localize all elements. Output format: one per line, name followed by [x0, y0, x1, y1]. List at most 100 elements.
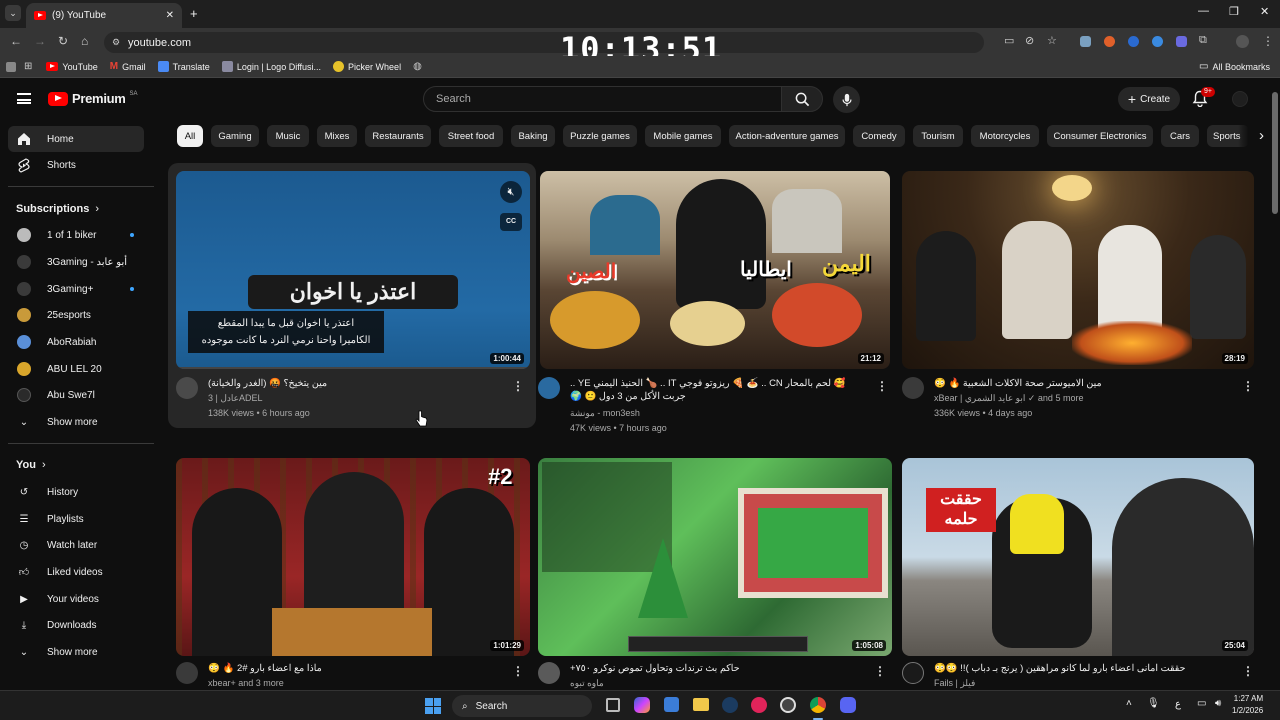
discord-icon[interactable]: [840, 697, 856, 713]
bookmark-login[interactable]: Login | Logo Diffusi...: [221, 61, 321, 72]
you-show-more[interactable]: ⌄ Show more: [8, 639, 144, 665]
channel-name[interactable]: xBear | ابو عايد الشمري ✓ and 5 more: [934, 393, 1083, 404]
channel-avatar[interactable]: [902, 662, 924, 684]
copilot-icon[interactable]: [634, 697, 650, 713]
chip-motorcycles[interactable]: Motorcycles: [971, 125, 1039, 147]
bookmark-picker-wheel[interactable]: Picker Wheel: [333, 61, 401, 72]
sidebar-sub-item[interactable]: 1 of 1 biker: [8, 222, 144, 248]
sidebar-item-watch-later[interactable]: ◷ Watch later: [8, 532, 144, 558]
clock-date[interactable]: 1:27 AM 1/2/2026: [1232, 693, 1263, 717]
site-info-icon[interactable]: ⚙: [112, 37, 120, 48]
extension-icon-1[interactable]: [1080, 36, 1091, 47]
notifications-button[interactable]: 9+: [1192, 87, 1215, 110]
video-card[interactable]: 1:05:08 حاكم بث ترندات وتحاول تموص نوكرو…: [538, 458, 892, 690]
video-title[interactable]: ماذا مع اعضاء بارو #2 🔥 😳: [208, 662, 508, 675]
subscriptions-heading[interactable]: Subscriptions ›: [16, 203, 99, 215]
back-icon[interactable]: ←: [10, 34, 22, 48]
video-thumbnail[interactable]: حققت حلمه 25:04: [902, 458, 1254, 656]
more-actions-icon[interactable]: ⋮: [876, 379, 888, 393]
video-card[interactable]: حققت حلمه 25:04 حققت امانى اعضاء بارو لم…: [902, 458, 1256, 690]
file-explorer-icon[interactable]: [693, 698, 709, 711]
more-actions-icon[interactable]: ⋮: [512, 379, 524, 393]
reload-icon[interactable]: ↻: [58, 34, 68, 48]
chrome-icon[interactable]: [810, 697, 826, 713]
tab-search-icon[interactable]: [6, 61, 16, 72]
chip-mobile-games[interactable]: Mobile games: [645, 125, 721, 147]
scrollbar-thumb[interactable]: [1272, 92, 1278, 214]
volume-icon[interactable]: 🔊︎: [1215, 698, 1221, 709]
extension-icon-3[interactable]: [1128, 36, 1139, 47]
chip-restaurants[interactable]: Restaurants: [365, 125, 431, 147]
search-button[interactable]: [781, 86, 823, 112]
show-hidden-icons[interactable]: ˄: [1126, 698, 1132, 709]
video-title[interactable]: مين يتخيخ؟ 🤬 (الغدر والخيانة): [208, 377, 508, 390]
video-title[interactable]: حققت امانى اعضاء بارو لما كانو مراهقين (…: [934, 662, 1234, 675]
video-thumbnail[interactable]: 🔇︎ CC اعتذر يا اخوان اعتذر يا اخوان قبل …: [176, 171, 530, 369]
browser-menu-icon[interactable]: ⋮: [1262, 34, 1274, 48]
bookmark-youtube[interactable]: YouTube: [46, 62, 98, 72]
apps-grid-icon[interactable]: ⊞: [24, 61, 32, 72]
github-icon[interactable]: [780, 697, 796, 713]
video-thumbnail[interactable]: 1:05:08: [538, 458, 892, 656]
closed-captions-icon[interactable]: CC: [500, 213, 522, 231]
video-thumbnail[interactable]: اليمن ايطاليا الصين 21:12: [540, 171, 890, 369]
chips-next-button[interactable]: ›: [1238, 123, 1264, 149]
bookmark-translate[interactable]: Translate: [157, 61, 210, 72]
new-tab-icon[interactable]: +: [190, 6, 198, 21]
chip-tourism[interactable]: Tourism: [913, 125, 963, 147]
create-button[interactable]: + Create: [1118, 87, 1180, 111]
you-heading[interactable]: You ›: [16, 459, 46, 471]
video-card[interactable]: 🔇︎ CC اعتذر يا اخوان اعتذر يا اخوان قبل …: [176, 171, 530, 425]
voice-search-button[interactable]: [833, 86, 860, 113]
sidebar-item-home[interactable]: Home: [8, 126, 144, 152]
sidebar-sub-item[interactable]: Abu Swe7l: [8, 382, 144, 408]
chip-all[interactable]: All: [177, 125, 203, 147]
globe-bookmark-icon[interactable]: ◍: [413, 61, 422, 72]
all-bookmarks[interactable]: ▭ All Bookmarks: [1199, 61, 1270, 72]
chip-street-food[interactable]: Street food: [439, 125, 503, 147]
microphone-tray-icon[interactable]: 🎙︎: [1147, 698, 1160, 709]
more-actions-icon[interactable]: ⋮: [512, 664, 524, 678]
chip-gaming[interactable]: Gaming: [211, 125, 259, 147]
sidebar-item-your-videos[interactable]: ▶ Your videos: [8, 586, 144, 612]
video-card[interactable]: 28:19 مين الاميوستر صحة الاكلات الشعبية …: [902, 171, 1256, 425]
close-tab-icon[interactable]: ✕: [166, 10, 174, 21]
mute-button-icon[interactable]: 🔇︎: [500, 181, 522, 203]
extension-icon-2[interactable]: [1104, 36, 1115, 47]
sidebar-item-history[interactable]: ↺ History: [8, 479, 144, 505]
forward-icon[interactable]: →: [34, 34, 46, 48]
address-bar[interactable]: ⚙ youtube.com: [104, 32, 984, 53]
channel-name[interactable]: عادل | 3ADEL: [208, 393, 263, 404]
extensions-puzzle-icon[interactable]: ⧉: [1199, 34, 1207, 47]
chip-puzzle-games[interactable]: Puzzle games: [563, 125, 637, 147]
video-card[interactable]: #2 1:01:29 ماذا مع اعضاء بارو #2 🔥 😳 xbe…: [176, 458, 530, 690]
home-icon[interactable]: ⌂: [81, 34, 88, 48]
video-thumbnail[interactable]: #2 1:01:29: [176, 458, 530, 656]
more-actions-icon[interactable]: ⋮: [1242, 664, 1254, 678]
video-title[interactable]: حاكم بث ترندات وتحاول تموص نوكرو ٧٥٠+: [570, 662, 870, 675]
task-view-icon[interactable]: [606, 698, 620, 712]
chip-consumer-electronics[interactable]: Consumer Electronics: [1047, 125, 1153, 147]
close-window-icon[interactable]: ✕: [1260, 5, 1269, 18]
progress-track[interactable]: [176, 367, 530, 369]
chip-baking[interactable]: Baking: [511, 125, 555, 147]
video-card[interactable]: اليمن ايطاليا الصين 21:12 🥰 لحم بالمحار …: [538, 171, 894, 433]
channel-name[interactable]: Fails | فيلز: [934, 678, 975, 689]
store-icon[interactable]: [664, 697, 679, 712]
windows-start-icon[interactable]: [425, 698, 441, 714]
chip-mixes[interactable]: Mixes: [317, 125, 357, 147]
subscriptions-show-more[interactable]: ⌄ Show more: [8, 409, 144, 435]
account-avatar[interactable]: [1232, 91, 1248, 107]
media-player-icon[interactable]: [751, 697, 767, 713]
sidebar-sub-item[interactable]: AboRabiah: [8, 329, 144, 355]
tab-youtube[interactable]: (9) YouTube ✕: [26, 3, 182, 28]
sidebar-item-playlists[interactable]: ☰ Playlists: [8, 506, 144, 532]
video-title[interactable]: مين الاميوستر صحة الاكلات الشعبية 🔥 😳: [934, 377, 1234, 390]
channel-name[interactable]: ماوه تبوه: [570, 678, 604, 689]
more-actions-icon[interactable]: ⋮: [1242, 379, 1254, 393]
network-icon[interactable]: ▭: [1197, 698, 1206, 709]
channel-avatar[interactable]: [538, 377, 560, 399]
search-input[interactable]: Search: [423, 86, 782, 112]
channel-avatar[interactable]: [176, 377, 198, 399]
chip-comedy[interactable]: Comedy: [853, 125, 905, 147]
